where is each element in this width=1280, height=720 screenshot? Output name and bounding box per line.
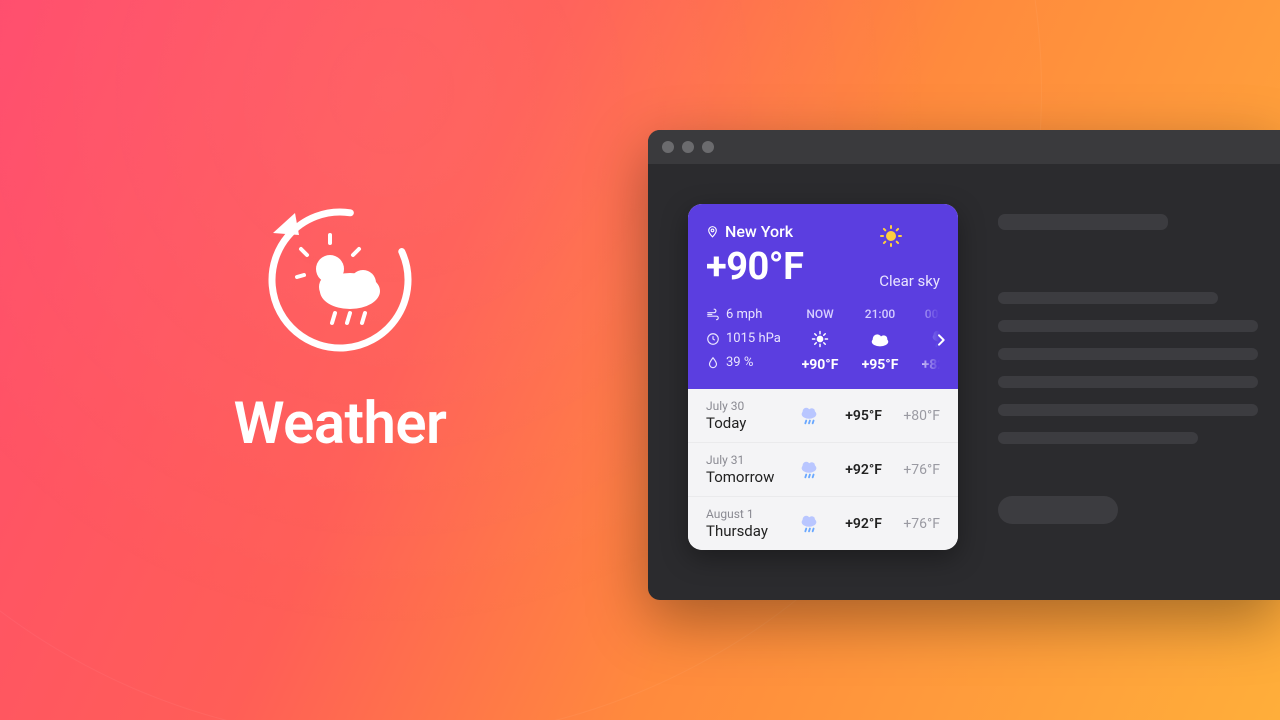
humidity-icon: [706, 356, 720, 370]
traffic-light-close[interactable]: [662, 141, 674, 153]
weather-card-header: New York +90°F Clear sky 6 mph: [688, 204, 958, 389]
metric-pressure-value: 1015 hPa: [726, 331, 781, 346]
metrics-column: 6 mph 1015 hPa 39 %: [706, 307, 784, 373]
skeleton-button: [998, 496, 1118, 524]
weather-card: New York +90°F Clear sky 6 mph: [688, 204, 958, 550]
hour-time: 21:00: [865, 307, 895, 321]
day-low: +76°F: [892, 462, 940, 478]
skeleton-line: [998, 348, 1258, 360]
metric-wind: 6 mph: [706, 307, 784, 322]
day-row[interactable]: July 31 Tomorrow +92°F +76°F: [688, 442, 958, 496]
hour-temp: +90°F: [802, 357, 839, 373]
traffic-light-minimize[interactable]: [682, 141, 694, 153]
details-row: 6 mph 1015 hPa 39 %: [706, 307, 940, 373]
rain-cloud-icon: [798, 513, 824, 535]
hour-temp: +82°F: [922, 357, 940, 373]
day-row[interactable]: August 1 Thursday +92°F +76°F: [688, 496, 958, 550]
metric-pressure: 1015 hPa: [706, 331, 784, 346]
skeleton-line: [998, 320, 1258, 332]
browser-body: New York +90°F Clear sky 6 mph: [648, 164, 1280, 580]
day-date: July 31: [706, 453, 788, 467]
location-name: New York: [725, 222, 793, 241]
daily-forecast: July 30 Today +95°F +80°F July 31 Tomorr…: [688, 389, 958, 550]
brand-logo: [255, 195, 425, 365]
skeleton-line: [998, 404, 1258, 416]
browser-window: New York +90°F Clear sky 6 mph: [648, 130, 1280, 600]
day-name: Today: [706, 414, 788, 432]
brand-block: Weather: [210, 195, 470, 458]
window-titlebar: [648, 130, 1280, 164]
sun-icon: [879, 224, 940, 248]
day-high: +95°F: [834, 408, 882, 424]
day-low: +80°F: [892, 408, 940, 424]
day-name: Tomorrow: [706, 468, 788, 486]
hour-slot: 21:00 +95°F: [852, 307, 908, 373]
metric-wind-value: 6 mph: [726, 307, 762, 322]
rain-cloud-icon: [798, 405, 824, 427]
sun-icon: [811, 329, 829, 349]
day-row[interactable]: July 30 Today +95°F +80°F: [688, 389, 958, 442]
day-high: +92°F: [834, 462, 882, 478]
hourly-forecast[interactable]: NOW +90°F 21:00 +95°F 00:00: [792, 307, 940, 373]
day-high: +92°F: [834, 516, 882, 532]
day-name: Thursday: [706, 522, 788, 540]
condition-text: Clear sky: [879, 272, 940, 290]
skeleton-line: [998, 376, 1258, 388]
brand-title: Weather: [210, 390, 470, 458]
hour-slot: NOW +90°F: [792, 307, 848, 373]
condition-block: Clear sky: [879, 224, 940, 290]
metric-humidity-value: 39 %: [726, 355, 753, 370]
skeleton-line: [998, 432, 1198, 444]
pressure-icon: [706, 332, 720, 346]
promo-background: Weather New York +90°F: [0, 0, 1280, 720]
scroll-right-button[interactable]: [930, 329, 952, 351]
cloud-icon: [869, 329, 891, 349]
hour-time: NOW: [806, 307, 833, 321]
hour-time: 00:00: [925, 307, 940, 321]
day-low: +76°F: [892, 516, 940, 532]
wind-icon: [706, 308, 720, 322]
day-date: August 1: [706, 507, 788, 521]
metric-humidity: 39 %: [706, 355, 784, 370]
skeleton-line: [998, 292, 1218, 304]
day-date: July 30: [706, 399, 788, 413]
skeleton-line: [998, 214, 1168, 230]
content-placeholder: [998, 204, 1258, 550]
hour-temp: +95°F: [862, 357, 899, 373]
location-pin-icon: [706, 225, 719, 238]
traffic-light-zoom[interactable]: [702, 141, 714, 153]
rain-cloud-icon: [798, 459, 824, 481]
